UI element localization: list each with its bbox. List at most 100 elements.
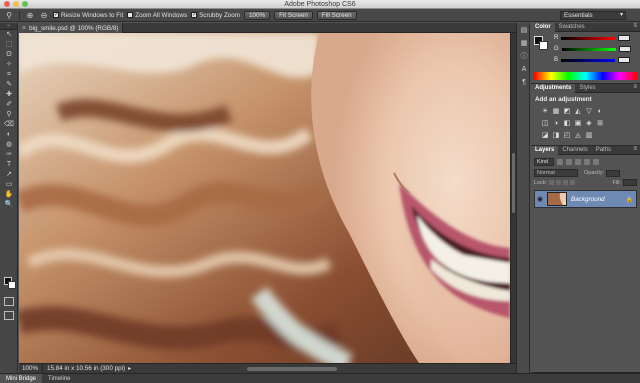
document-tab[interactable]: × big_smile.psd @ 100% (RGB/8) <box>19 23 124 33</box>
red-slider[interactable] <box>561 36 616 40</box>
blue-slider[interactable] <box>561 58 616 62</box>
horizontal-scroll-thumb[interactable] <box>247 367 337 371</box>
tool-10-icon[interactable]: ◐ <box>0 130 18 140</box>
adjustment-row2-0-icon[interactable]: ◫ <box>541 120 549 128</box>
tool-6-icon[interactable]: ✚ <box>0 90 18 100</box>
tool-8-icon[interactable]: ⚲ <box>0 110 18 120</box>
document-info[interactable]: 15.84 in x 10.56 in (300 ppi) <box>43 365 125 372</box>
tab-layers[interactable]: Layers <box>531 145 559 155</box>
zoom-level-field[interactable]: 100% <box>19 363 43 374</box>
resize-windows-checkbox[interactable]: ✓ Resize Windows to Fit <box>53 12 123 19</box>
filter-kind-select[interactable]: Kind <box>534 158 554 166</box>
tab-color[interactable]: Color <box>531 22 555 32</box>
blend-mode-select[interactable]: Normal <box>534 169 578 177</box>
adjustment-row2-2-icon[interactable]: ◧ <box>563 120 571 128</box>
opacity-input[interactable] <box>606 169 621 177</box>
workspace-select[interactable]: Essentials <box>560 11 626 20</box>
filter-pixel-icon[interactable] <box>557 159 563 165</box>
green-value-input[interactable] <box>618 46 631 52</box>
fit-screen-button[interactable]: Fit Screen <box>274 10 313 20</box>
checkbox-box[interactable]: ✓ <box>191 12 198 18</box>
fill-input[interactable] <box>623 179 637 186</box>
adjustment-row3-4-icon[interactable]: ▥ <box>585 132 593 140</box>
adjustment-row3-1-icon[interactable]: ◨ <box>552 132 560 140</box>
eye-icon[interactable]: ◉ <box>535 195 545 203</box>
adjustment-row1-4-icon[interactable]: ▽ <box>585 108 593 116</box>
adjustment-row1-5-icon[interactable]: ◐ <box>596 108 604 116</box>
panel-menu-icon[interactable]: ≡ <box>633 146 637 152</box>
adjustment-row3-0-icon[interactable]: ◪ <box>541 132 549 140</box>
properties-icon[interactable]: ▦ <box>518 39 530 49</box>
background-color-swatch[interactable] <box>539 41 548 50</box>
screen-mode-icon[interactable] <box>4 311 14 320</box>
checkbox-box[interactable]: ✓ <box>53 12 59 18</box>
tool-3-icon[interactable]: ✧ <box>0 60 18 70</box>
adjustment-row2-1-icon[interactable]: ◑ <box>552 120 560 128</box>
tab-paths[interactable]: Paths <box>592 146 615 155</box>
scrubby-zoom-checkbox[interactable]: ✓ Scrubby Zoom <box>191 12 240 19</box>
tool-4-icon[interactable]: ⌗ <box>0 70 18 80</box>
zoom-out-icon[interactable]: ⊖ <box>39 11 49 20</box>
info-icon[interactable]: ⓘ <box>518 52 530 62</box>
tool-0-icon[interactable]: ↖ <box>0 30 18 40</box>
tool-15-icon[interactable]: ▭ <box>0 180 18 190</box>
tool-11-icon[interactable]: ◍ <box>0 140 18 150</box>
chevron-right-icon[interactable]: ▸ <box>128 365 131 372</box>
close-icon[interactable]: × <box>22 25 26 32</box>
background-color-swatch[interactable] <box>8 281 16 289</box>
tab-timeline[interactable]: Timeline <box>42 374 76 383</box>
scroll-thumb[interactable] <box>512 153 515 213</box>
tab-swatches[interactable]: Swatches <box>555 23 589 32</box>
tool-9-icon[interactable]: ⌫ <box>0 120 18 130</box>
lock-transparent-icon[interactable] <box>549 180 555 185</box>
zoom-tool-icon[interactable]: ⚲ <box>4 11 14 20</box>
zoom-all-windows-checkbox[interactable]: Zoom All Windows <box>127 12 187 19</box>
tool-2-icon[interactable]: ʘ <box>0 50 18 60</box>
tool-1-icon[interactable]: ⬚ <box>0 40 18 50</box>
adjustment-row1-2-icon[interactable]: ◩ <box>563 108 571 116</box>
green-slider[interactable] <box>561 47 616 51</box>
adjustment-row3-3-icon[interactable]: ◬ <box>574 132 582 140</box>
adjustment-row3-2-icon[interactable]: ◰ <box>563 132 571 140</box>
tool-7-icon[interactable]: ✐ <box>0 100 18 110</box>
tool-16-icon[interactable]: ✋ <box>0 190 18 200</box>
layer-row-background[interactable]: ◉ Background 🔒 <box>534 190 637 208</box>
zoom-in-icon[interactable]: ⊕ <box>25 11 35 20</box>
lock-all-icon[interactable] <box>570 180 576 185</box>
adjustment-row1-3-icon[interactable]: ◭ <box>574 108 582 116</box>
filter-type-icon[interactable] <box>575 159 581 165</box>
filter-adjustment-icon[interactable] <box>566 159 572 165</box>
quick-mask-icon[interactable] <box>4 297 14 306</box>
panel-menu-icon[interactable]: ≡ <box>633 84 637 90</box>
lock-position-icon[interactable] <box>563 180 569 185</box>
filter-shape-icon[interactable] <box>584 159 590 165</box>
panel-menu-icon[interactable]: ≡ <box>633 23 637 29</box>
tab-channels[interactable]: Channels <box>558 146 591 155</box>
image-canvas[interactable] <box>19 33 510 363</box>
tool-5-icon[interactable]: ✎ <box>0 80 18 90</box>
red-value-input[interactable] <box>618 35 631 41</box>
tab-styles[interactable]: Styles <box>575 84 599 93</box>
tool-14-icon[interactable]: ↗ <box>0 170 18 180</box>
tab-mini-bridge[interactable]: Mini Bridge <box>0 373 43 383</box>
zoom-100-button[interactable]: 100% <box>244 10 271 20</box>
tab-adjustments[interactable]: Adjustments <box>531 83 576 93</box>
tool-17-icon[interactable]: 🔍 <box>0 200 18 210</box>
tool-13-icon[interactable]: T <box>0 160 18 170</box>
filter-smart-object-icon[interactable] <box>593 159 599 165</box>
lock-image-icon[interactable] <box>556 180 562 185</box>
adjustment-row2-3-icon[interactable]: ▣ <box>574 120 582 128</box>
history-icon[interactable]: ▤ <box>518 26 530 36</box>
fill-screen-button[interactable]: Fill Screen <box>316 10 357 20</box>
character-icon[interactable]: A <box>518 65 530 75</box>
adjustment-row2-4-icon[interactable]: ◈ <box>585 120 593 128</box>
panel-grip[interactable]: » <box>0 23 17 30</box>
checkbox-box[interactable] <box>127 12 134 18</box>
blue-value-input[interactable] <box>618 57 631 63</box>
adjustment-row1-1-icon[interactable]: ▦ <box>552 108 560 116</box>
adjustment-row2-5-icon[interactable]: ⊞ <box>596 120 604 128</box>
color-spectrum-bar[interactable] <box>534 72 637 80</box>
adjustment-row1-0-icon[interactable]: ☀ <box>541 108 549 116</box>
tool-12-icon[interactable]: ✑ <box>0 150 18 160</box>
paragraph-icon[interactable]: ¶ <box>518 78 530 88</box>
